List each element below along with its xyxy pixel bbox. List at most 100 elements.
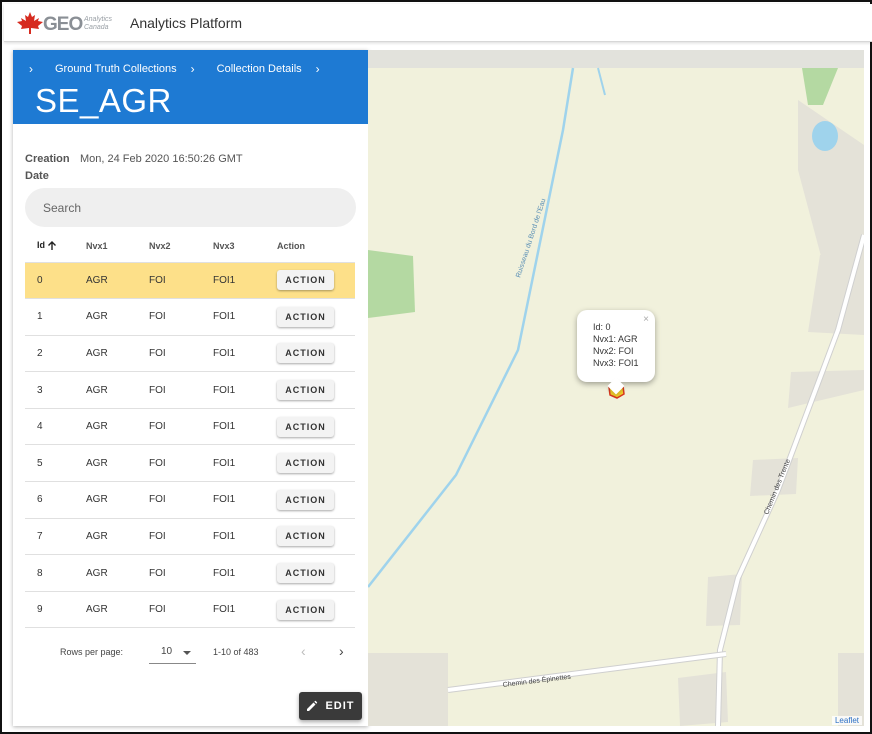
action-button[interactable]: ACTION	[277, 343, 334, 364]
leaflet-attribution-link[interactable]: Leaflet	[831, 716, 862, 725]
road-label-epinettes: Chemin des Épinettes	[502, 672, 572, 689]
cell-action: ACTION	[265, 554, 355, 592]
map-view[interactable]: Ruisseau du Bord de l'Eau Chemin des Tre…	[368, 50, 864, 726]
cell-nvx2: FOI	[137, 481, 201, 519]
cell-nvx2: FOI	[137, 518, 201, 556]
table-row[interactable]: 4 AGR FOI FOI1 ACTION	[25, 408, 355, 446]
cell-nvx1: AGR	[74, 371, 137, 409]
table-row[interactable]: 2 AGR FOI FOI1 ACTION	[25, 335, 355, 373]
cell-nvx3: FOI1	[201, 335, 265, 373]
feature-popup: × Id: 0 Nvx1: AGR Nvx2: FOI Nvx3: FOI1	[577, 310, 655, 395]
cell-id: 9	[25, 591, 74, 629]
cell-nvx2: FOI	[137, 444, 201, 483]
edit-button[interactable]: EDIT	[299, 692, 362, 720]
action-button[interactable]: ACTION	[277, 306, 334, 327]
column-header-id[interactable]: Id	[25, 230, 74, 263]
cell-id: 3	[25, 371, 74, 409]
table-row[interactable]: 1 AGR FOI FOI1 ACTION	[25, 298, 355, 336]
rows-per-page-value: 10	[161, 646, 173, 657]
cell-nvx1: AGR	[74, 554, 137, 592]
chevron-right-icon: ›	[29, 62, 33, 76]
column-header-nvx2[interactable]: Nvx2	[137, 230, 201, 263]
cell-nvx3: FOI1	[201, 554, 265, 592]
column-header-nvx3[interactable]: Nvx3	[201, 230, 265, 263]
table-row[interactable]: 6 AGR FOI FOI1 ACTION	[25, 481, 355, 519]
table-row[interactable]: 0 AGR FOI FOI1 ACTION	[25, 262, 355, 300]
stream-label: Ruisseau du Bord de l'Eau	[515, 198, 547, 279]
cell-action: ACTION	[265, 444, 355, 483]
previous-page-button[interactable]: ‹	[301, 643, 306, 659]
rows-per-page-label: Rows per page:	[60, 647, 124, 657]
logo-text: GEO	[43, 14, 83, 35]
popup-nvx3: Nvx3: FOI1	[593, 358, 639, 368]
creation-date-label: Creation Date	[25, 153, 70, 182]
table-row[interactable]: 7 AGR FOI FOI1 ACTION	[25, 518, 355, 556]
cell-id: 0	[25, 262, 74, 300]
cell-nvx1: AGR	[74, 591, 137, 629]
close-icon[interactable]: ×	[643, 314, 649, 326]
app-bar: GEO Analytics Canada Analytics Platform	[4, 4, 872, 42]
cell-nvx2: FOI	[137, 371, 201, 409]
cell-action: ACTION	[265, 335, 355, 373]
cell-id: 1	[25, 298, 74, 336]
collection-details-panel: › Ground Truth Collections › Collection …	[13, 50, 368, 726]
cell-nvx2: FOI	[137, 262, 201, 300]
cell-id: 2	[25, 335, 74, 373]
next-page-button[interactable]: ›	[339, 643, 344, 659]
column-header-nvx1[interactable]: Nvx1	[74, 230, 137, 263]
table-pagination: Rows per page: 10 1-10 of 483 ‹ ›	[25, 638, 355, 668]
cell-action: ACTION	[265, 591, 355, 629]
cell-action: ACTION	[265, 408, 355, 446]
action-button[interactable]: ACTION	[277, 526, 334, 547]
cell-action: ACTION	[265, 298, 355, 336]
action-button[interactable]: ACTION	[277, 380, 334, 401]
arrow-up-icon	[48, 241, 56, 251]
cell-id: 7	[25, 518, 74, 556]
rows-per-page-select[interactable]: 10	[149, 642, 196, 664]
cell-nvx2: FOI	[137, 591, 201, 629]
cell-nvx1: AGR	[74, 481, 137, 519]
chevron-right-icon: ›	[315, 62, 320, 76]
table-row[interactable]: 9 AGR FOI FOI1 ACTION	[25, 591, 355, 629]
cell-nvx1: AGR	[74, 518, 137, 556]
cell-nvx2: FOI	[137, 298, 201, 336]
popup-nvx1: Nvx1: AGR	[593, 334, 638, 344]
popup-nvx2: Nvx2: FOI	[593, 346, 634, 356]
breadcrumb: › Ground Truth Collections › Collection …	[29, 62, 342, 76]
table-row[interactable]: 5 AGR FOI FOI1 ACTION	[25, 444, 355, 483]
page-title: SE_AGR	[35, 82, 172, 119]
action-button[interactable]: ACTION	[277, 453, 334, 474]
cell-nvx1: AGR	[74, 408, 137, 446]
edit-button-label: EDIT	[325, 700, 355, 712]
pagination-range: 1-10 of 483	[213, 647, 259, 657]
cell-nvx3: FOI1	[201, 591, 265, 629]
table-header-row: Id Nvx1 Nvx2 Nvx3 Action	[25, 230, 355, 263]
cell-nvx1: AGR	[74, 335, 137, 373]
breadcrumb-ground-truth-collections[interactable]: Ground Truth Collections	[55, 63, 177, 75]
action-button[interactable]: ACTION	[277, 599, 334, 620]
logo-subtext: Analytics Canada	[84, 16, 113, 31]
action-button[interactable]: ACTION	[277, 489, 334, 510]
cell-nvx3: FOI1	[201, 371, 265, 409]
cell-action: ACTION	[265, 371, 355, 409]
action-button[interactable]: ACTION	[277, 416, 334, 437]
cell-nvx2: FOI	[137, 335, 201, 373]
table-row[interactable]: 3 AGR FOI FOI1 ACTION	[25, 371, 355, 409]
cell-id: 4	[25, 408, 74, 446]
action-button[interactable]: ACTION	[277, 563, 334, 584]
cell-action: ACTION	[265, 518, 355, 556]
table-row[interactable]: 8 AGR FOI FOI1 ACTION	[25, 554, 355, 592]
geo-analytics-logo[interactable]: GEO Analytics Canada	[16, 11, 120, 37]
cell-nvx3: FOI1	[201, 518, 265, 556]
breadcrumb-collection-details[interactable]: Collection Details	[217, 63, 302, 75]
cell-nvx3: FOI1	[201, 298, 265, 336]
pencil-icon	[307, 700, 318, 711]
cell-nvx2: FOI	[137, 408, 201, 446]
creation-date-value: Mon, 24 Feb 2020 16:50:26 GMT	[80, 153, 243, 165]
chevron-right-icon: ›	[190, 62, 195, 76]
search-input[interactable]	[25, 188, 356, 227]
app-window: GEO Analytics Canada Analytics Platform ›…	[0, 0, 872, 734]
panel-header: › Ground Truth Collections › Collection …	[13, 50, 368, 124]
features-table: Id Nvx1 Nvx2 Nvx3 Action 0 AGR FOI FOI1 …	[25, 230, 355, 629]
action-button[interactable]: ACTION	[277, 270, 334, 291]
